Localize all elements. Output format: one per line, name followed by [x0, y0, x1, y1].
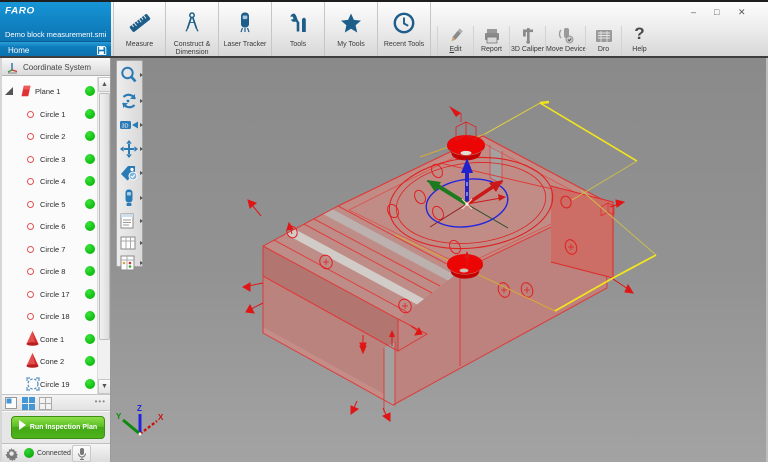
svg-text:3D: 3D: [122, 123, 129, 129]
svg-text:Z: Z: [137, 404, 142, 413]
svg-text:Y: Y: [116, 412, 122, 421]
svg-text:X: X: [158, 413, 164, 422]
